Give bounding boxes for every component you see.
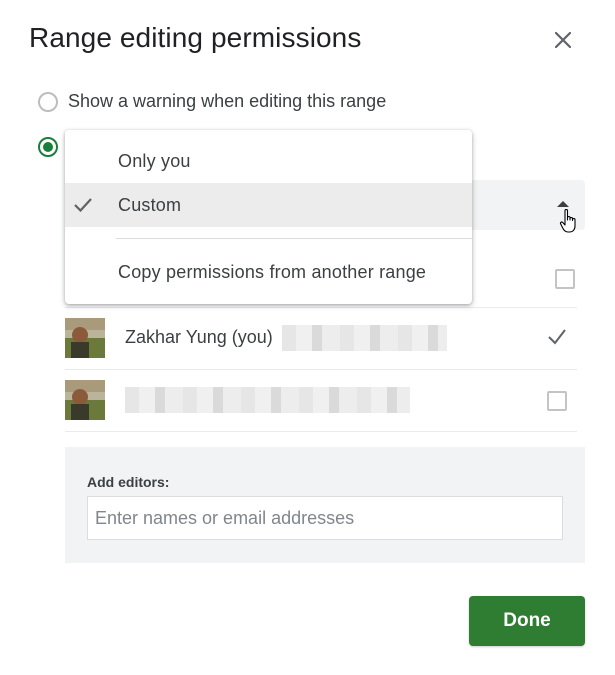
- hand-cursor-icon: [559, 208, 579, 234]
- arrow-up-icon: [557, 201, 569, 207]
- redacted-email: [282, 325, 447, 351]
- restrict-radio[interactable]: [38, 137, 58, 157]
- menu-divider: [116, 238, 472, 239]
- menu-item-label: Only you: [118, 151, 191, 171]
- user-name: Zakhar Yung (you): [125, 327, 273, 347]
- menu-item-copy-permissions[interactable]: Copy permissions from another range: [65, 250, 472, 294]
- user-checkbox[interactable]: [555, 269, 575, 289]
- add-editors-label: Add editors:: [87, 474, 170, 490]
- range-editing-permissions-dialog: Range editing permissions Show a warning…: [0, 0, 615, 675]
- avatar: [65, 380, 105, 420]
- dialog-title: Range editing permissions: [29, 22, 362, 53]
- close-icon[interactable]: [551, 28, 575, 52]
- warning-radio[interactable]: [38, 91, 58, 112]
- table-row: [65, 369, 577, 432]
- table-row: Zakhar Yung (you): [65, 307, 577, 370]
- user-checkbox[interactable]: [547, 391, 567, 411]
- menu-item-label: Custom: [118, 195, 182, 215]
- check-icon: [74, 198, 92, 213]
- editors-input[interactable]: [87, 496, 563, 540]
- warning-label: Show a warning when editing this range: [68, 91, 387, 111]
- redacted-name: [125, 387, 410, 413]
- permission-dropdown-menu: Only you Custom Copy permissions from an…: [65, 130, 472, 304]
- check-icon[interactable]: [546, 326, 568, 348]
- warning-option[interactable]: Show a warning when editing this range: [38, 91, 386, 112]
- menu-item-only-you[interactable]: Only you: [65, 139, 472, 183]
- menu-item-custom[interactable]: Custom: [65, 183, 472, 227]
- done-button[interactable]: Done: [469, 596, 585, 646]
- restrict-option[interactable]: [38, 137, 58, 157]
- avatar: [65, 318, 105, 358]
- menu-item-label: Copy permissions from another range: [118, 262, 427, 282]
- add-editors-panel: Add editors:: [65, 447, 585, 563]
